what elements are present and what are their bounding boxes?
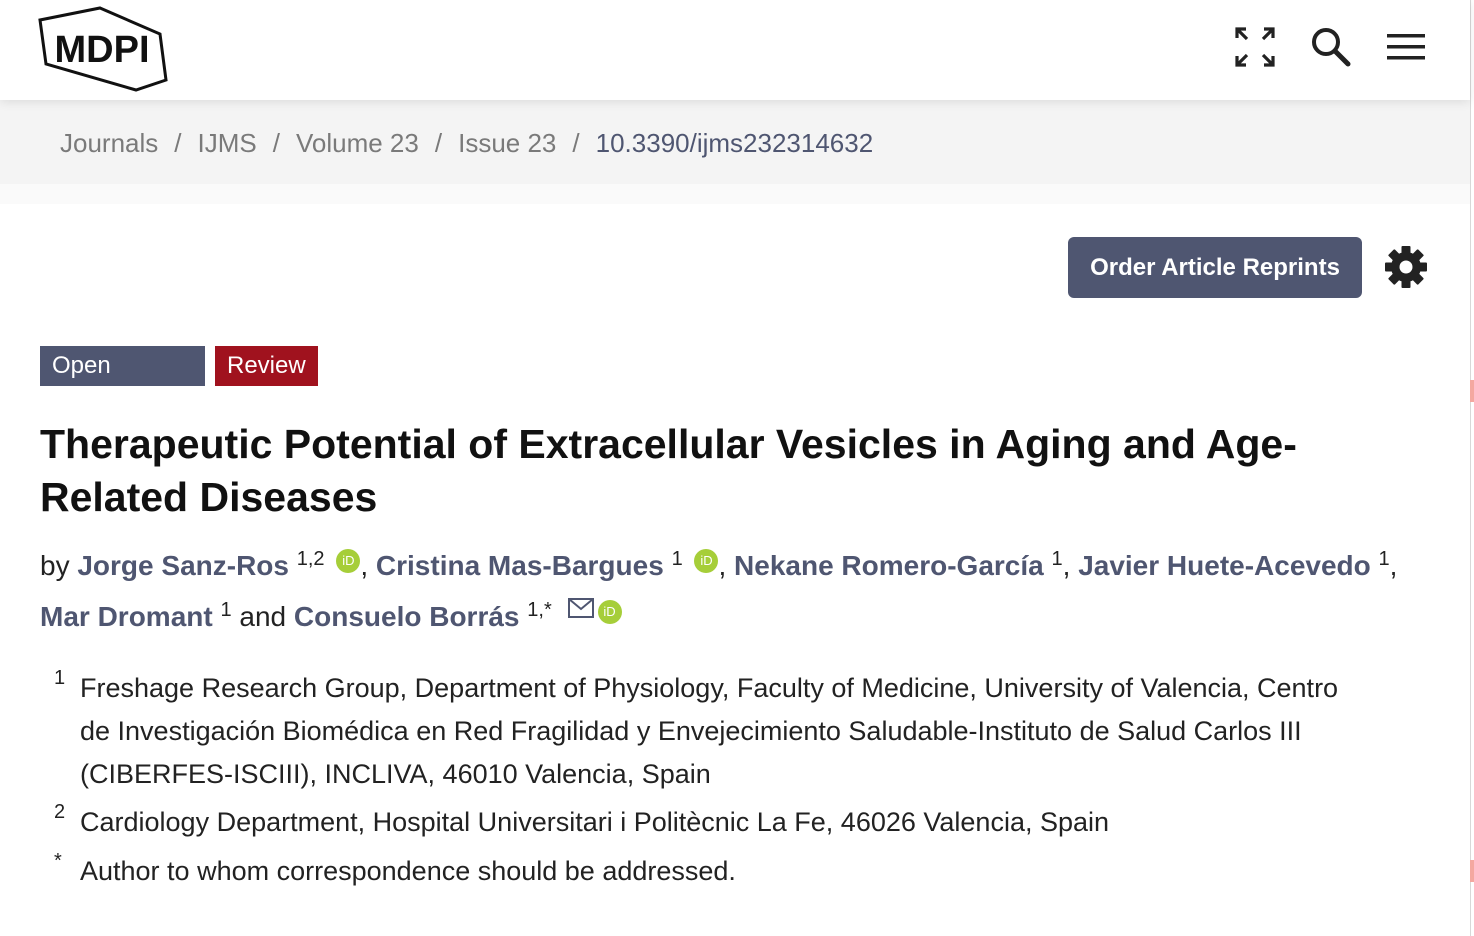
- breadcrumb-separator: /: [434, 128, 443, 158]
- affiliation-ref: 1,*: [527, 599, 552, 621]
- by-label: by: [40, 550, 70, 581]
- divider: [0, 184, 1470, 204]
- title-line: Therapeutic Potential of Extracellular V…: [40, 421, 1297, 467]
- logo-text: MDPI: [55, 29, 150, 71]
- and-label: and: [239, 601, 287, 632]
- email-icon[interactable]: [567, 587, 594, 630]
- expand-icon[interactable]: [1234, 26, 1276, 68]
- search-icon[interactable]: [1310, 26, 1352, 68]
- menu-icon[interactable]: [1386, 26, 1428, 68]
- author-link[interactable]: Cristina Mas-Bargues: [376, 550, 664, 581]
- breadcrumb: Journals / IJMS / Volume 23 / Issue 23 / 10.3390…: [60, 128, 873, 159]
- breadcrumb-separator: /: [174, 128, 182, 158]
- open-access-badge[interactable]: Open Access: [40, 346, 205, 419]
- affiliation-marker: *: [54, 850, 62, 872]
- author-link[interactable]: Consuelo Borrás: [294, 601, 520, 632]
- affiliation-ref: 1: [1378, 548, 1390, 570]
- affiliation-line: (CIBERFES-ISCIII), INCLIVA, 46010 Valenc…: [80, 759, 711, 789]
- title-line: Related Diseases: [40, 474, 378, 520]
- scrollbar-track[interactable]: [1470, 0, 1474, 936]
- breadcrumb-issue[interactable]: Issue 23: [458, 128, 556, 158]
- site-header: MDPI: [0, 0, 1470, 100]
- affiliation-marker: 2: [54, 801, 66, 823]
- breadcrumb-separator: /: [272, 128, 280, 158]
- orcid-icon[interactable]: iD: [336, 549, 361, 573]
- article-title: Therapeutic Potential of Extracellular V…: [40, 418, 1420, 524]
- affiliation-line: Freshage Research Group, Department of P…: [80, 673, 1339, 703]
- order-reprints-button[interactable]: Order Article Reprints: [1068, 237, 1362, 298]
- affiliation-ref: 1: [220, 599, 232, 621]
- affiliation-line: de Investigación Biomédica en Red Fragil…: [80, 716, 1302, 746]
- affiliation-text: Cardiology Department, Hospital Universi…: [80, 801, 1430, 844]
- author-link[interactable]: Mar Dromant: [40, 601, 213, 632]
- affiliation-marker: 1: [54, 667, 66, 689]
- affiliation-line: Cardiology Department, Hospital Universi…: [80, 807, 1110, 837]
- affiliation-line: Author to whom correspondence should be …: [80, 856, 736, 886]
- author-link[interactable]: Jorge Sanz-Ros: [77, 550, 289, 581]
- affiliation-text: Freshage Research Group, Department of P…: [80, 667, 1430, 796]
- mdpi-logo[interactable]: MDPI: [38, 6, 170, 92]
- scroll-marker: [1470, 860, 1474, 882]
- affiliation-text: Author to whom correspondence should be …: [80, 850, 1430, 893]
- orcid-icon[interactable]: iD: [694, 549, 719, 573]
- affiliation-ref: 1: [671, 548, 683, 570]
- gear-icon[interactable]: [1384, 245, 1428, 289]
- breadcrumb-ijms[interactable]: IJMS: [198, 128, 257, 158]
- article-type-badge: Review: [215, 346, 318, 386]
- author-link[interactable]: Nekane Romero-García: [734, 550, 1044, 581]
- breadcrumb-doi[interactable]: 10.3390/ijms232314632: [596, 128, 874, 158]
- orcid-icon[interactable]: iD: [597, 600, 622, 624]
- breadcrumb-volume[interactable]: Volume 23: [296, 128, 419, 158]
- author-line: by Jorge Sanz-Ros 1,2 iD, Cristina Mas-B…: [40, 548, 1398, 581]
- breadcrumb-journals[interactable]: Journals: [60, 128, 158, 158]
- breadcrumb-separator: /: [572, 128, 580, 158]
- author-list: by Jorge Sanz-Ros 1,2 iD, Cristina Mas-B…: [40, 544, 1440, 638]
- affiliation-ref: 1: [1051, 548, 1063, 570]
- affiliation-ref: 1,2: [296, 548, 325, 570]
- scroll-marker: [1470, 380, 1474, 402]
- author-line: Mar Dromant 1 and Consuelo Borrás 1,* iD: [40, 587, 1440, 638]
- author-link[interactable]: Javier Huete-Acevedo: [1078, 550, 1371, 581]
